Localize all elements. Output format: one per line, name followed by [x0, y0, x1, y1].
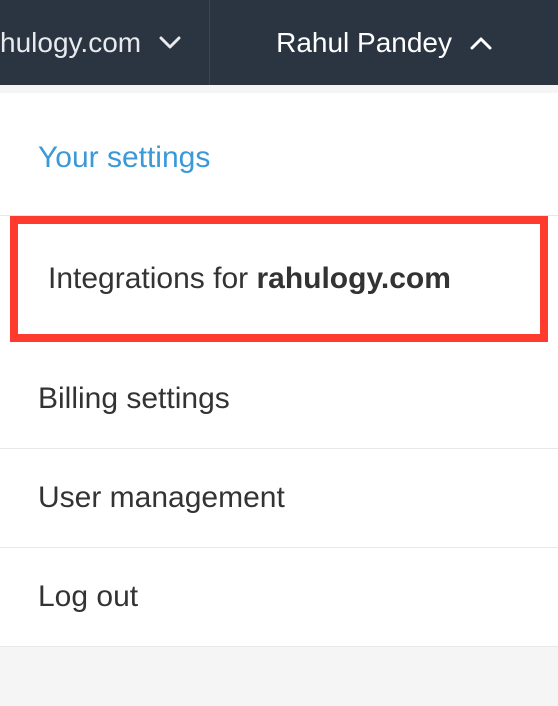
topbar: hulogy.com Rahul Pandey [0, 0, 558, 85]
menu-item-user-management[interactable]: User management [0, 449, 558, 548]
menu-item-integrations[interactable]: Integrations for rahulogy.com [10, 216, 548, 342]
menu-item-billing[interactable]: Billing settings [0, 350, 558, 449]
domain-dropdown[interactable]: hulogy.com [0, 0, 210, 85]
chevron-down-icon [159, 36, 181, 50]
logout-label: Log out [38, 580, 138, 613]
integrations-label-prefix: Integrations for [48, 262, 256, 295]
menu-item-logout[interactable]: Log out [0, 548, 558, 647]
user-name-label: Rahul Pandey [276, 27, 452, 59]
settings-menu: Your settings Integrations for rahulogy.… [0, 93, 558, 647]
billing-label: Billing settings [38, 382, 230, 415]
integrations-domain: rahulogy.com [256, 262, 450, 295]
chevron-up-icon [470, 36, 492, 50]
domain-label: hulogy.com [0, 27, 141, 59]
user-management-label: User management [38, 481, 285, 514]
menu-item-your-settings[interactable]: Your settings [0, 93, 558, 216]
user-dropdown[interactable]: Rahul Pandey [210, 0, 558, 85]
your-settings-label: Your settings [38, 141, 210, 174]
